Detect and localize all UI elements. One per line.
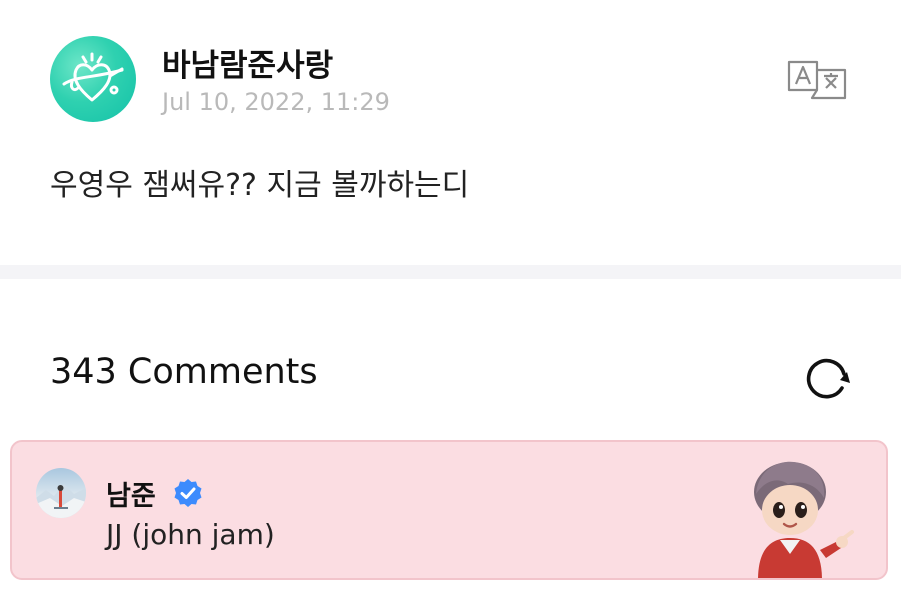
post-header: 바남람준사랑 Jul 10, 2022, 11:29 — [50, 36, 850, 126]
post-author-name[interactable]: 바남람준사랑 — [162, 40, 333, 85]
commenter-avatar[interactable] — [36, 468, 86, 518]
post-timestamp: Jul 10, 2022, 11:29 — [162, 88, 390, 116]
mountain-photo-icon — [36, 484, 86, 518]
author-avatar[interactable] — [50, 36, 136, 122]
commenter-name[interactable]: 남준 — [106, 474, 156, 513]
heart-doodle-icon — [62, 52, 124, 102]
translate-button[interactable] — [786, 58, 848, 102]
tinytan-sticker-icon — [754, 461, 854, 578]
refresh-icon — [806, 358, 850, 399]
post-body-text: 우영우 잼써유?? 지금 볼까하는디 — [50, 168, 470, 203]
section-divider — [0, 265, 901, 279]
refresh-button[interactable] — [800, 352, 856, 404]
translate-icon — [787, 60, 847, 100]
comment-text: JJ (john jam) — [106, 518, 275, 551]
pinned-comment-card[interactable]: 남준 JJ (john jam) — [10, 440, 888, 580]
comments-count-label: 343 Comments — [50, 352, 318, 392]
verified-badge-icon — [174, 479, 202, 507]
post-detail-page: 바남람준사랑 Jul 10, 2022, 11:29 우영우 잼써유?? 지금 … — [0, 0, 901, 598]
